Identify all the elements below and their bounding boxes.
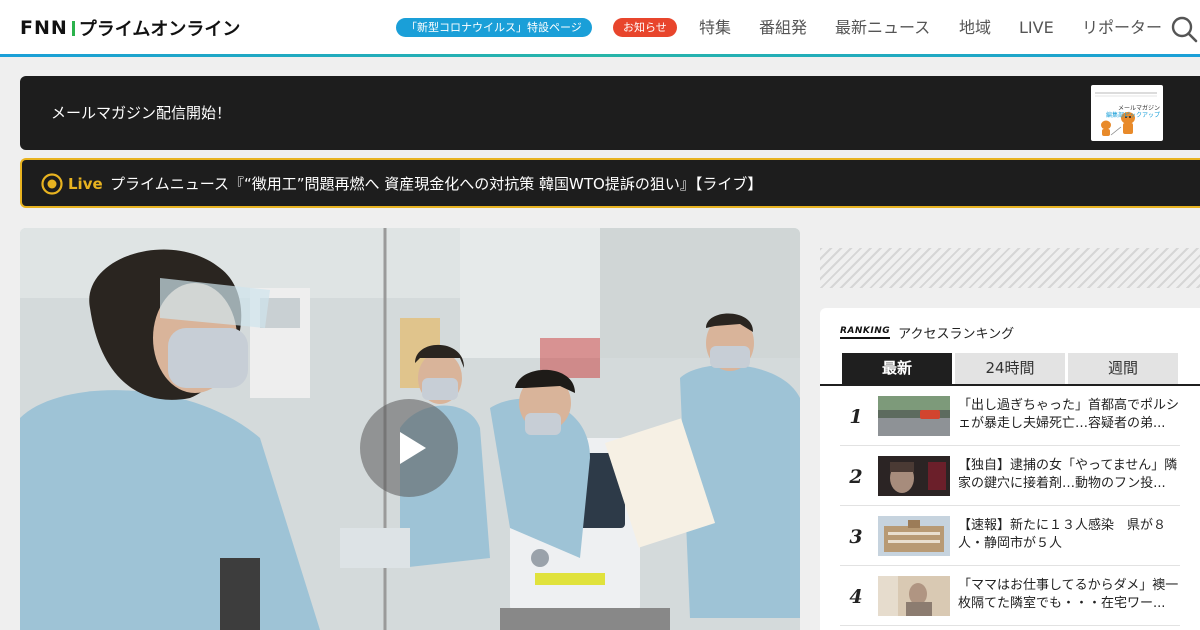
ranking-item[interactable]: 4 「ママはお仕事してるからダメ」襖一枚隔てた隣室でも・・・在宅ワー...: [840, 566, 1180, 626]
site-header: FNN プライムオンライン 「新型コロナウイルス」特設ページ お知らせ 特集 番…: [0, 0, 1200, 54]
ranking-thumbnail: [878, 576, 950, 616]
nav-item-latest-news[interactable]: 最新ニュース: [835, 16, 930, 40]
newsletter-banner[interactable]: メールマガジン配信開始！ メールマガジン 編集部ピックアップ: [20, 76, 1200, 150]
newsletter-thumb-title: メールマガジン: [1117, 105, 1160, 112]
tab-weekly[interactable]: 週間: [1068, 353, 1178, 384]
site-logo[interactable]: FNN プライムオンライン: [20, 17, 241, 40]
logo-fnn: FNN: [20, 17, 68, 39]
newsletter-thumb-sub: 編集部ピックアップ: [1105, 112, 1160, 119]
ranking-thumbnail: [878, 516, 950, 556]
live-news-bar[interactable]: Live プライムニュース『“徴用工”問題再燃へ 資産現金化への対抗策 韓国WT…: [20, 158, 1200, 208]
access-ranking: RANKING アクセスランキング 最新 24時間 週間 1 「出し過ぎちゃった…: [820, 308, 1200, 630]
corona-special-link[interactable]: 「新型コロナウイルス」特設ページ: [396, 18, 592, 37]
logo-accent-bar: [71, 20, 75, 36]
play-icon: [400, 432, 426, 464]
nav-item-features[interactable]: 特集: [699, 16, 731, 40]
nav-item-programs[interactable]: 番組発: [759, 16, 807, 40]
nav-item-regions[interactable]: 地域: [959, 16, 991, 40]
live-label: Live: [68, 175, 103, 193]
ranking-item[interactable]: 1 「出し過ぎちゃった」首都高でポルシェが暴走し夫婦死亡…容疑者の弟...: [840, 386, 1180, 446]
ranking-headline: 「出し過ぎちゃった」首都高でポルシェが暴走し夫婦死亡…容疑者の弟...: [958, 398, 1180, 431]
ranking-headline: 【独自】逮捕の女「やってません」隣家の鍵穴に接着剤…動物のフン投...: [958, 458, 1178, 491]
search-icon[interactable]: [1170, 15, 1198, 43]
ranking-header: RANKING アクセスランキング: [840, 322, 1014, 342]
logo-text: プライムオンライン: [78, 19, 241, 40]
ranking-headline: 「ママはお仕事してるからダメ」襖一枚隔てた隣室でも・・・在宅ワー...: [958, 578, 1179, 611]
ad-placeholder: [820, 248, 1200, 288]
rank-number: 4: [849, 586, 863, 608]
video-play-button[interactable]: [360, 399, 458, 497]
ranking-thumbnail: [878, 396, 950, 436]
nav-item-reporters[interactable]: リポーター: [1082, 16, 1162, 40]
header-accent-line: [0, 54, 1200, 57]
live-title: プライムニュース『“徴用工”問題再燃へ 資産現金化への対抗策 韓国WTO提訴の狙…: [110, 175, 763, 193]
tab-24h[interactable]: 24時間: [955, 353, 1065, 384]
tab-latest[interactable]: 最新: [842, 353, 952, 384]
notice-link[interactable]: お知らせ: [613, 18, 677, 37]
ranking-badge: RANKING: [840, 326, 891, 339]
ranking-headline: 【速報】新たに１３人感染 県が８人・静岡市が５人: [958, 518, 1167, 551]
ranking-item[interactable]: 2 【独自】逮捕の女「やってません」隣家の鍵穴に接着剤…動物のフン投...: [840, 446, 1180, 506]
rank-number: 2: [849, 466, 863, 488]
newsletter-thumbnail: メールマガジン 編集部ピックアップ: [1091, 85, 1163, 141]
rank-number: 1: [849, 406, 863, 428]
live-eye-icon: [41, 173, 63, 195]
nav-item-live[interactable]: LIVE: [1019, 16, 1054, 40]
featured-video[interactable]: [20, 228, 800, 630]
ranking-thumbnail: [878, 456, 950, 496]
ranking-title: アクセスランキング: [898, 326, 1015, 342]
newsletter-text: メールマガジン配信開始！: [51, 104, 232, 122]
rank-number: 3: [849, 526, 863, 548]
ranking-item[interactable]: 3 【速報】新たに１３人感染 県が８人・静岡市が５人: [840, 506, 1180, 566]
